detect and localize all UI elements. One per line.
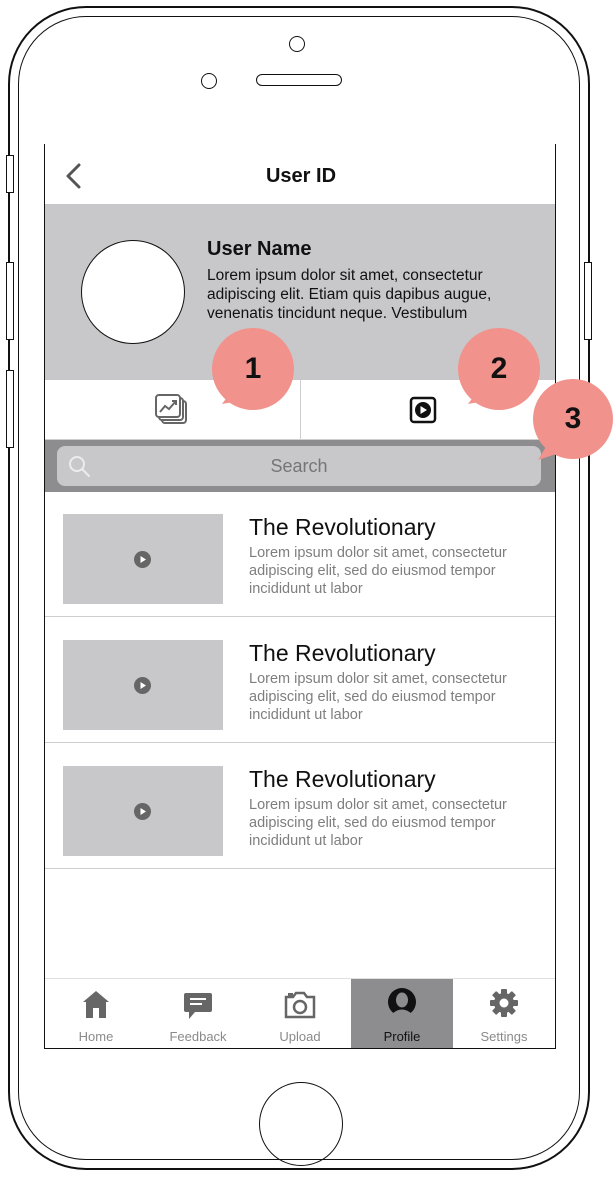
gear-icon xyxy=(490,989,518,1017)
page-title: User ID xyxy=(265,165,337,187)
play-icon xyxy=(134,551,151,568)
front-camera xyxy=(289,36,305,52)
list-item[interactable]: The Revolutionary Lorem ipsum dolor sit … xyxy=(45,744,555,869)
top-bar: User ID xyxy=(45,144,555,204)
annotation-number: 1 xyxy=(244,352,262,385)
play-icon xyxy=(134,803,151,820)
image-gallery-chart-icon xyxy=(155,394,187,424)
video-description: Lorem ipsum dolor sit amet, consectetur … xyxy=(249,797,507,849)
annotation-number: 3 xyxy=(564,402,582,435)
search-bar xyxy=(45,440,555,492)
home-button[interactable] xyxy=(259,1082,343,1166)
side-button-volume-down xyxy=(6,370,14,448)
video-title: The Revolutionary xyxy=(249,766,436,792)
play-icon xyxy=(134,677,151,694)
user-name: User Name xyxy=(207,238,312,260)
video-description: Lorem ipsum dolor sit amet, consectetur … xyxy=(249,545,507,597)
list-item[interactable]: The Revolutionary Lorem ipsum dolor sit … xyxy=(45,618,555,743)
tab-label: Upload xyxy=(279,1029,321,1044)
video-thumbnail[interactable] xyxy=(63,640,223,730)
search-input[interactable] xyxy=(57,446,541,486)
annotation-callout-1: 1 xyxy=(212,328,298,414)
video-title: The Revolutionary xyxy=(249,640,436,666)
side-button-mute xyxy=(6,155,14,193)
tab-feedback[interactable]: Feedback xyxy=(147,979,249,1048)
video-play-icon xyxy=(409,396,437,424)
screen: User ID User Name Lorem ipsum dolor sit … xyxy=(44,144,556,1049)
video-thumbnail[interactable] xyxy=(63,766,223,856)
home-icon xyxy=(83,991,109,1018)
video-description: Lorem ipsum dolor sit amet, consectetur … xyxy=(249,671,507,723)
video-title: The Revolutionary xyxy=(249,514,436,540)
annotation-number: 2 xyxy=(490,352,508,385)
video-thumbnail[interactable] xyxy=(63,514,223,604)
tab-home[interactable]: Home xyxy=(45,979,147,1048)
tab-label: Home xyxy=(78,1029,114,1044)
annotation-callout-3: 3 xyxy=(532,378,614,464)
avatar[interactable] xyxy=(81,240,185,344)
user-bio: Lorem ipsum dolor sit amet, consectetur … xyxy=(207,267,492,322)
back-chevron-icon[interactable] xyxy=(61,162,89,190)
tab-settings[interactable]: Settings xyxy=(453,979,555,1048)
proximity-sensor xyxy=(201,73,217,89)
side-button-power xyxy=(584,262,592,340)
profile-icon xyxy=(388,988,416,1018)
list-item[interactable]: The Revolutionary Lorem ipsum dolor sit … xyxy=(45,492,555,617)
tab-upload[interactable]: Upload xyxy=(249,979,351,1048)
tab-profile[interactable]: Profile xyxy=(351,979,453,1048)
tab-label: Settings xyxy=(480,1029,528,1044)
tab-label: Feedback xyxy=(169,1029,227,1044)
camera-icon xyxy=(284,991,316,1019)
earpiece-speaker xyxy=(256,74,342,86)
tab-label: Profile xyxy=(383,1029,421,1044)
bottom-tab-bar: Home Feedback Upload Profile Settings xyxy=(45,978,555,1048)
feedback-icon xyxy=(184,993,212,1019)
search-field xyxy=(57,446,541,486)
side-button-volume-up xyxy=(6,262,14,340)
